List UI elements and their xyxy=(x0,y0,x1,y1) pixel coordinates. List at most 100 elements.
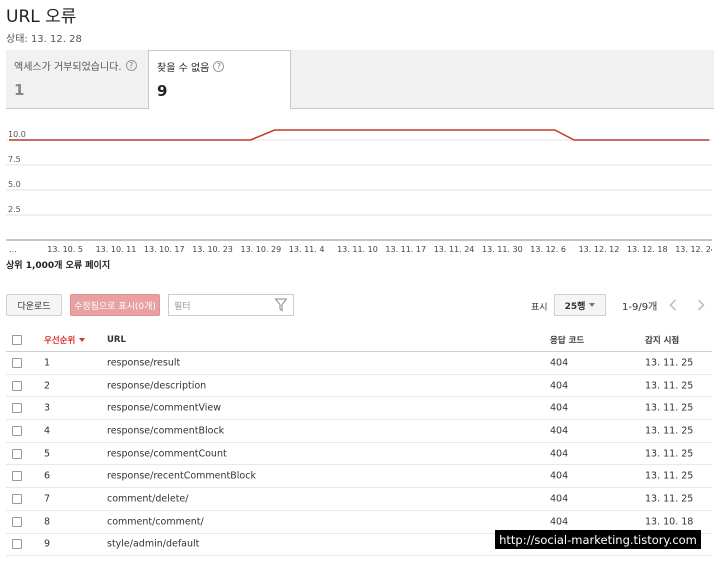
watermark: http://social-marketing.tistory.com xyxy=(495,530,701,549)
help-icon[interactable]: ? xyxy=(125,60,137,71)
x-tick-label: 13. 11. 4 xyxy=(289,245,325,254)
row-checkbox[interactable] xyxy=(12,539,22,550)
row-detected: 13. 11. 25 xyxy=(645,380,694,392)
row-response-code: 404 xyxy=(550,425,569,437)
pager-range: 1-9/9개 xyxy=(622,302,658,313)
row-url[interactable]: style/admin/default xyxy=(107,539,199,550)
row-checkbox[interactable] xyxy=(12,357,22,368)
row-checkbox[interactable] xyxy=(12,493,22,504)
x-tick-label: 13. 12. 24 xyxy=(675,245,712,254)
row-priority: 7 xyxy=(44,493,51,505)
y-tick-label: 2.5 xyxy=(8,205,21,214)
row-priority: 6 xyxy=(44,470,51,482)
row-url[interactable]: response/commentCount xyxy=(107,448,227,459)
table-row[interactable]: 5 response/commentCount 404 13. 11. 25 xyxy=(6,443,712,466)
chevron-down-icon xyxy=(589,303,596,307)
row-url[interactable]: response/description xyxy=(107,380,206,391)
url-error-table: 우선순위 URL 응답 코드 감지 시점 1 response/result 404… xyxy=(6,328,712,557)
row-response-code: 404 xyxy=(550,402,569,414)
filter-input[interactable]: 필터 xyxy=(168,294,294,316)
y-tick-label: 10.0 xyxy=(8,130,26,139)
chevron-right-icon xyxy=(697,299,705,311)
x-tick-label: 13. 10. 23 xyxy=(192,245,233,254)
row-response-code: 404 xyxy=(550,357,569,369)
x-tick-label: 13. 10. 11 xyxy=(96,245,137,254)
mark-fixed-button[interactable]: 수정됨으로 표시(0개) xyxy=(70,294,160,316)
table-row[interactable]: 6 response/recentCommentBlock 404 13. 11. 2… xyxy=(6,465,712,489)
filter-placeholder: 필터 xyxy=(174,302,191,312)
tab-access-denied[interactable]: 액세스가 거부되었습니다. ? 1 xyxy=(6,50,148,109)
tab-access-denied-label: 액세스가 거부되었습니다. xyxy=(14,62,122,73)
row-priority: 3 xyxy=(44,402,51,414)
row-detected: 13. 10. 18 xyxy=(645,516,694,528)
row-response-code: 404 xyxy=(550,493,569,505)
x-tick-label: 13. 10. 17 xyxy=(144,245,185,254)
row-priority: 8 xyxy=(44,516,51,528)
table-header: 우선순위 URL 응답 코드 감지 시점 xyxy=(6,328,712,352)
download-button[interactable]: 다운로드 xyxy=(6,294,62,316)
row-priority: 4 xyxy=(44,425,51,437)
y-tick-label: 5.0 xyxy=(8,180,21,189)
row-url[interactable]: response/commentBlock xyxy=(107,425,224,436)
series-line xyxy=(9,129,710,141)
status-date: 상태: 13. 12. 28 xyxy=(6,34,82,45)
tab-not-found[interactable]: 찾을 수 없음 ? 9 xyxy=(148,50,291,110)
row-detected: 13. 11. 25 xyxy=(645,493,694,505)
tab-not-found-label: 찾을 수 없음 xyxy=(157,63,210,74)
row-url[interactable]: response/result xyxy=(107,357,180,368)
table-row[interactable]: 4 response/commentBlock 404 13. 11. 25 xyxy=(6,420,712,443)
row-url[interactable]: response/commentView xyxy=(107,403,221,414)
rows-per-page-value: 25행 xyxy=(564,301,586,312)
table-row[interactable]: 7 comment/delete/404 13. 11. 25 xyxy=(6,488,712,511)
row-response-code: 404 xyxy=(550,448,569,460)
x-tick-label: 13. 10. 29 xyxy=(241,245,282,254)
row-url[interactable]: response/recentCommentBlock xyxy=(107,471,256,482)
y-tick-label: 7.5 xyxy=(8,155,21,164)
row-checkbox[interactable] xyxy=(12,516,22,527)
tab-not-found-count: 9 xyxy=(157,82,168,100)
x-tick-label: 13. 10. 5 xyxy=(47,245,83,254)
x-tick-label: ... xyxy=(9,245,17,254)
row-checkbox[interactable] xyxy=(12,380,22,391)
row-detected: 13. 11. 25 xyxy=(645,357,694,369)
row-url[interactable]: comment/delete/ xyxy=(107,493,188,504)
x-tick-label: 13. 12. 6 xyxy=(530,245,566,254)
funnel-icon[interactable] xyxy=(275,298,287,312)
error-trend-chart: 10.0 7.5 5.0 2.5... 13. 10. 5 13. 10. 11 13. 1… xyxy=(6,115,712,260)
table-row[interactable]: 2 response/description 404 13. 11. 25 xyxy=(6,375,712,398)
prev-page-button[interactable] xyxy=(662,294,684,316)
row-detected: 13. 11. 25 xyxy=(645,425,694,437)
tab-access-denied-count: 1 xyxy=(14,81,25,99)
row-response-code: 404 xyxy=(550,470,569,482)
row-response-code: 404 xyxy=(550,516,569,528)
row-checkbox[interactable] xyxy=(12,425,22,436)
chart-svg: 10.0 7.5 5.0 2.5... 13. 10. 5 13. 10. 11 13. 1… xyxy=(6,129,712,254)
rows-per-page-select[interactable]: 25행 xyxy=(554,294,606,316)
show-label: 표시 xyxy=(531,303,548,313)
help-icon[interactable]: ? xyxy=(213,61,225,72)
x-tick-label: 13. 11. 30 xyxy=(482,245,523,254)
error-type-tabs: 액세스가 거부되었습니다. ? 1 찾을 수 없음 ? 9 xyxy=(6,50,714,110)
column-detected[interactable]: 감지 시점 xyxy=(645,334,679,346)
column-response-code[interactable]: 응답 코드 xyxy=(550,334,584,346)
next-page-button[interactable] xyxy=(690,294,712,316)
row-checkbox[interactable] xyxy=(12,471,22,482)
select-all-checkbox[interactable] xyxy=(12,334,22,345)
row-checkbox[interactable] xyxy=(12,448,22,459)
column-url[interactable]: URL xyxy=(107,335,126,345)
x-tick-label: 13. 11. 24 xyxy=(434,245,475,254)
x-tick-label: 13. 11. 17 xyxy=(385,245,426,254)
row-checkbox[interactable] xyxy=(12,403,22,414)
column-priority[interactable]: 우선순위 xyxy=(44,334,86,346)
row-detected: 13. 11. 25 xyxy=(645,402,694,414)
row-url[interactable]: comment/comment/ xyxy=(107,516,204,527)
sort-desc-icon xyxy=(79,337,86,342)
chart-caption: 상위 1,000개 오류 페이지 xyxy=(6,261,111,271)
x-tick-label: 13. 12. 12 xyxy=(579,245,620,254)
page-title: URL 오류 xyxy=(6,7,77,27)
chevron-left-icon xyxy=(669,299,677,311)
table-row[interactable]: 1 response/result 404 13. 11. 25 xyxy=(6,352,712,375)
table-row[interactable]: 3 response/commentView 404 13. 11. 25 xyxy=(6,397,712,421)
row-response-code: 404 xyxy=(550,380,569,392)
row-detected: 13. 11. 25 xyxy=(645,448,694,460)
